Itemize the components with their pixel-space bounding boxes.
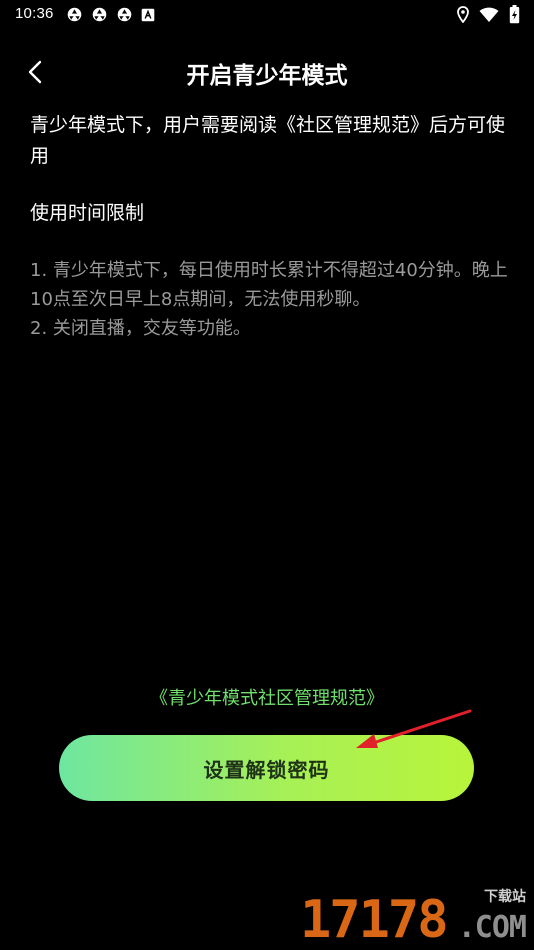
- section-title: 使用时间限制: [30, 202, 145, 224]
- wifi-icon: [479, 7, 499, 22]
- status-bar: 10:36: [0, 0, 534, 30]
- page-title: 开启青少年模式: [186, 63, 348, 89]
- watermark-digits: 17178: [300, 890, 449, 950]
- header: 开启青少年模式: [0, 44, 534, 100]
- app-notification-icon: [117, 7, 132, 22]
- set-unlock-password-label: 设置解锁密码: [203, 759, 330, 782]
- app-notification-icon: [92, 7, 107, 22]
- site-watermark-logo: 17178 下载站 .COM: [298, 882, 528, 950]
- rule-item: 1. 青少年模式下，每日使用时长累计不得超过40分钟。晚上10点至次日早上8点期…: [30, 260, 508, 310]
- status-left-icons: [66, 6, 155, 23]
- intro-text: 青少年模式下，用户需要阅读《社区管理规范》后方可使用: [30, 114, 506, 167]
- watermark-tag: 下载站: [484, 889, 526, 905]
- app-notification-icon: [67, 7, 82, 22]
- a-box-icon: [141, 8, 155, 21]
- watermark-domain: .COM: [457, 910, 527, 945]
- rules-list: 1. 青少年模式下，每日使用时长累计不得超过40分钟。晚上10点至次日早上8点期…: [30, 256, 508, 343]
- status-right-icons: [457, 5, 520, 24]
- battery-charging-icon: [509, 5, 520, 24]
- annotation-arrow-icon: [356, 709, 472, 748]
- status-time: 10:36: [15, 5, 54, 22]
- rule-item: 2. 关闭直播，交友等功能。: [30, 318, 251, 339]
- location-icon: [457, 6, 469, 23]
